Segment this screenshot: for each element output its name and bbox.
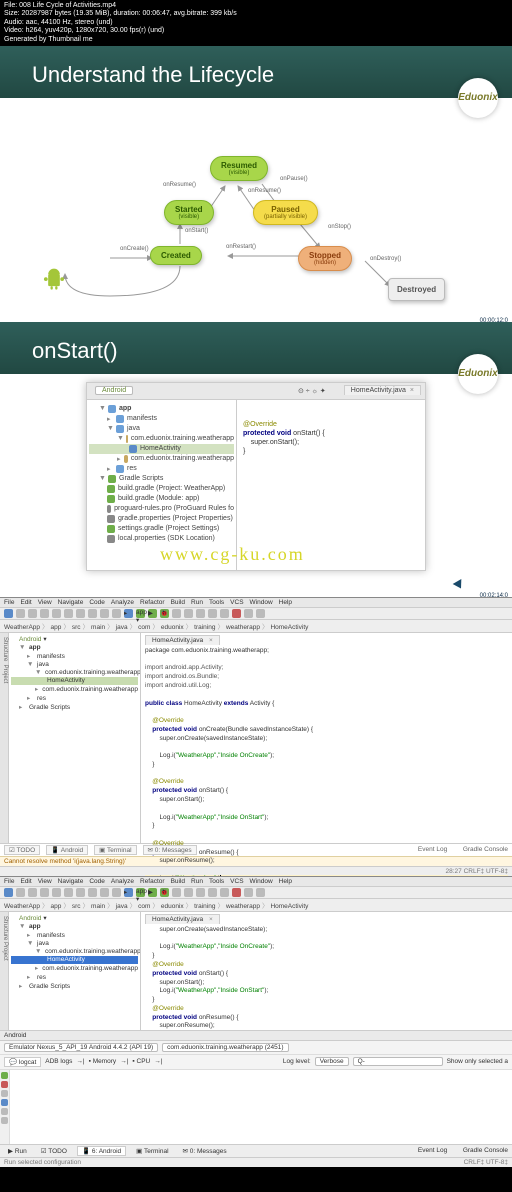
ide-panel-small: Android ⊙ ÷ ☼ ✦ HomeActivity.java× ▼app …	[86, 382, 426, 571]
toolbar-2[interactable]: ▸app ▾▶🐞	[0, 887, 512, 899]
adb-tab[interactable]: ADB logs	[45, 1058, 72, 1065]
file-line: File: 008 Life Cycle of Activities.mp4	[4, 2, 508, 10]
toolbar-dots-icon[interactable]: ⊙ ÷ ☼ ✦	[298, 387, 326, 395]
state-paused: Paused(partially visible)	[253, 200, 318, 225]
watermark-text: www.cg-ku.com	[160, 544, 305, 565]
menu-bar[interactable]: FileEditViewNavigateCodeAnalyzeRefactorB…	[0, 598, 512, 608]
logcat-side-icons[interactable]	[0, 1070, 10, 1144]
label-onresume2: onResume()	[248, 188, 281, 194]
lifecycle-diagram: Created Started(visible) Resumed(visible…	[10, 106, 502, 306]
tree-selected: HomeActivity	[89, 444, 234, 454]
state-stopped: Stopped(hidden)	[298, 246, 352, 271]
emulator-select[interactable]: Emulator Nexus_5_API_19 Android 4.4.2 (A…	[4, 1043, 158, 1052]
media-info-header: File: 008 Life Cycle of Activities.mp4 S…	[0, 0, 512, 46]
menu-bar-2[interactable]: FileEditViewNavigateCodeAnalyzeRefactorB…	[0, 877, 512, 887]
state-created: Created	[150, 246, 202, 265]
logcat-panel[interactable]: Android Emulator Nexus_5_API_19 Android …	[0, 1030, 512, 1144]
breadcrumb[interactable]: WeatherApp〉app〉src〉main〉java〉com〉eduonix…	[0, 620, 512, 633]
mem-tab[interactable]: ▪ Memory	[89, 1058, 117, 1065]
state-destroyed: Destroyed	[388, 278, 445, 301]
close-icon[interactable]: ×	[410, 387, 414, 394]
gen-line: Generated by Thumbnail me	[4, 36, 508, 44]
process-select[interactable]: com.eduonix.training.weatherapp (2451)	[162, 1043, 288, 1052]
logcat-device-row: Emulator Nexus_5_API_19 Android 4.4.2 (A…	[0, 1041, 512, 1055]
ide-screenshot-1: FileEditViewNavigateCodeAnalyzeRefactorB…	[0, 597, 512, 876]
size-line: Size: 20287987 bytes (19.35 MiB), durati…	[4, 10, 508, 18]
slide1-title: Understand the Lifecycle	[0, 46, 512, 98]
project-tree-1[interactable]: Android ▾ ▼app ▸manifests ▼java ▼com.edu…	[9, 633, 141, 843]
code-editor-2[interactable]: HomeActivity.java × super.onCreate(saved…	[141, 912, 512, 1030]
toolbar[interactable]: ▸app ▾▶🐞	[0, 608, 512, 620]
state-resumed: Resumed(visible)	[210, 156, 268, 181]
breadcrumb-2[interactable]: WeatherApp〉app〉src〉main〉java〉com〉eduonix…	[0, 899, 512, 912]
video-line: Video: h264, yuv420p, 1280x720, 30.00 fp…	[4, 27, 508, 35]
search-input[interactable]: Q-	[353, 1057, 443, 1066]
code-editor-1[interactable]: HomeActivity.java × package com.eduonix.…	[141, 633, 512, 843]
ide-toolbar: Android ⊙ ÷ ☼ ✦ HomeActivity.java×	[87, 383, 425, 400]
status-line-2: Run selected configurationCRLF‡ UTF-8‡	[0, 1157, 512, 1167]
android-icon	[40, 264, 68, 292]
tree-active: HomeActivity	[11, 956, 138, 964]
logcat-filter-row: 💬 logcat ADB logs →| ▪ Memory →| ▪ CPU →…	[0, 1055, 512, 1070]
slide2-title: onStart()	[0, 322, 512, 374]
logcat-title: Android	[0, 1031, 512, 1041]
left-gutter-tabs-2[interactable]: Structure Project	[0, 912, 9, 1030]
editor-tab-1: HomeActivity.java ×	[145, 635, 220, 645]
bottom-tool-tabs-2[interactable]: ▶ Run ☑ TODO 📱 6: Android ▣ Terminal ✉ 0…	[0, 1144, 512, 1157]
label-onpause: onPause()	[280, 176, 308, 182]
cpu-tab[interactable]: ▪ CPU	[132, 1058, 150, 1065]
loglevel-select[interactable]: Verbose	[315, 1057, 349, 1066]
ide-screenshot-2: FileEditViewNavigateCodeAnalyzeRefactorB…	[0, 876, 512, 1167]
project-tree-2[interactable]: Android ▾ ▼app ▸manifests ▼java ▼com.edu…	[9, 912, 141, 1030]
cursor-icon	[453, 579, 466, 591]
slide2-body: Eduonix www.cg-ku.com Android ⊙ ÷ ☼ ✦ Ho…	[0, 374, 512, 597]
label-onrestart: onRestart()	[226, 244, 256, 250]
view-dropdown[interactable]: Android	[95, 386, 133, 395]
slide-onstart: onStart() Eduonix www.cg-ku.com Android …	[0, 322, 512, 597]
state-started: Started(visible)	[164, 200, 214, 225]
slide1-body: Eduonix Created Started(visible) Resumed…	[0, 98, 512, 322]
label-oncreate: onCreate()	[120, 246, 149, 252]
label-ondestroy: onDestroy()	[370, 256, 401, 262]
editor-tab[interactable]: HomeActivity.java×	[344, 385, 421, 395]
logo-badge-2: Eduonix	[458, 354, 498, 394]
audio-line: Audio: aac, 44100 Hz, stereo (und)	[4, 19, 508, 27]
slide-lifecycle: Understand the Lifecycle Eduonix Created…	[0, 46, 512, 322]
label-onstop: onStop()	[328, 224, 351, 230]
left-gutter-tabs[interactable]: Structure Project	[0, 633, 9, 843]
label-onstart: onStart()	[185, 228, 208, 234]
logcat-tab[interactable]: 💬 logcat	[4, 1057, 41, 1067]
label-onresume1: onResume()	[163, 182, 196, 188]
